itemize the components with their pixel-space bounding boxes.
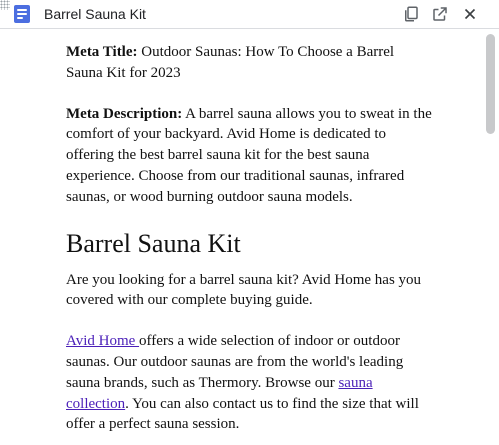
intro-paragraph: Are you looking for a barrel sauna kit? … [66,271,422,309]
copy-button[interactable] [400,3,422,25]
close-icon [464,8,476,20]
meta-title-paragraph: Meta Title: Outdoor Saunas: How To Choos… [66,42,434,84]
document-icon [14,5,30,23]
offers-paragraph: Avid Home offers a wide selection of ind… [66,331,434,435]
meta-description-paragraph: Meta Description: A barrel sauna allows … [66,104,434,208]
open-in-new-icon [433,7,447,21]
copy-icon [405,6,418,22]
meta-description-label: Meta Description: [66,105,183,122]
avid-home-link[interactable]: Avid Home [66,333,139,349]
page-heading: Barrel Sauna Kit [66,228,241,258]
window-title: Barrel Sauna Kit [44,6,146,22]
close-button[interactable] [459,3,481,25]
drag-handle[interactable] [0,0,10,10]
open-in-new-button[interactable] [429,3,451,25]
title-bar: Barrel Sauna Kit [0,0,499,29]
document-content: Meta Title: Outdoor Saunas: How To Choos… [66,30,434,435]
meta-title-label: Meta Title: [66,44,138,60]
scrollbar[interactable] [486,34,495,134]
